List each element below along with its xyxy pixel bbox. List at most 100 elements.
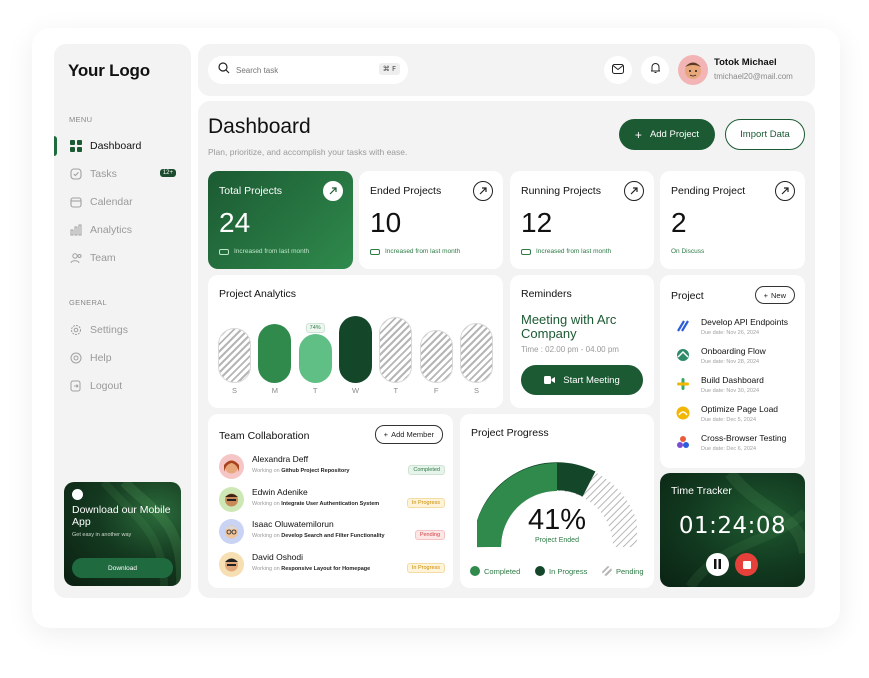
bar-tooltip: 74%	[305, 323, 325, 333]
add-member-button[interactable]: + Add Member	[374, 425, 443, 444]
team-member-row[interactable]: David Oshodi Working on Responsive Layou…	[219, 551, 445, 581]
analytics-bars: 74%	[218, 307, 493, 383]
stat-card-ended-projects[interactable]: Ended Projects 10 Increased from last mo…	[359, 171, 503, 269]
bar-day-label: T	[393, 386, 399, 395]
sidebar-item-settings[interactable]: Settings	[54, 319, 191, 341]
add-project-button[interactable]: + Add Project	[619, 119, 715, 150]
open-arrow-icon[interactable]	[775, 181, 795, 201]
mail-button[interactable]	[604, 56, 632, 84]
add-member-label: Add Member	[391, 430, 434, 439]
stat-note: Increased from last month	[370, 248, 460, 255]
calendar-icon	[69, 196, 82, 209]
team-member-row[interactable]: Alexandra Deff Working on Github Project…	[219, 453, 445, 483]
add-project-label: Add Project	[649, 129, 700, 140]
stat-card-pending-project[interactable]: Pending Project 2 On Discuss	[660, 171, 805, 269]
sidebar-item-label: Analytics	[90, 224, 133, 236]
stat-card-total-projects[interactable]: Total Projects 24 Increased from last mo…	[208, 171, 353, 269]
bell-icon	[650, 61, 661, 79]
mail-icon	[612, 61, 624, 79]
open-arrow-icon[interactable]	[624, 181, 644, 201]
stat-title: Running Projects	[521, 185, 601, 197]
pause-button[interactable]	[706, 553, 729, 576]
sidebar-item-tasks[interactable]: Tasks 12+	[54, 163, 191, 185]
project-due-date: Due date: Nov 30, 2024	[701, 388, 760, 394]
status-badge: Completed	[408, 465, 445, 475]
promo-title: Download our Mobile App	[72, 504, 171, 528]
team-collaboration-card: Team Collaboration + Add Member Alexandr…	[208, 414, 453, 588]
sidebar-item-help[interactable]: Help	[54, 347, 191, 369]
legend-label: In Progress	[549, 566, 588, 576]
open-arrow-icon[interactable]	[323, 181, 343, 201]
analytics-bar[interactable]	[379, 317, 413, 383]
start-meeting-button[interactable]: Start Meeting	[521, 365, 643, 395]
sidebar-item-label: Logout	[90, 380, 123, 392]
stat-card-running-projects[interactable]: Running Projects 12 Increased from last …	[510, 171, 654, 269]
user-name: Totok Michael	[714, 57, 777, 68]
member-avatar	[219, 454, 244, 479]
topbar: ⌘ F Totok Michael tmichael20@mail.com	[198, 44, 815, 96]
page-title: Dashboard	[208, 115, 311, 138]
new-project-button[interactable]: + New	[754, 286, 795, 304]
team-icon	[69, 252, 82, 265]
sidebar-item-analytics[interactable]: Analytics	[54, 219, 191, 241]
project-name: Optimize Page Load	[701, 404, 779, 414]
project-item[interactable]: Onboarding Flow Due date: Nov 28, 2024	[676, 346, 801, 372]
analytics-bar[interactable]	[419, 330, 453, 383]
analytics-bar[interactable]	[460, 323, 493, 383]
status-badge: In Progress	[406, 498, 445, 508]
trend-icon	[370, 248, 380, 255]
project-name: Develop API Endpoints	[701, 317, 788, 327]
member-task: Working on Responsive Layout for Homepag…	[252, 566, 370, 572]
sidebar-item-dashboard[interactable]: Dashboard	[54, 135, 191, 157]
analytics-bar[interactable]	[218, 328, 251, 383]
card-title: Project	[671, 290, 704, 302]
analytics-bar[interactable]	[339, 316, 372, 383]
member-avatar	[219, 519, 244, 544]
timer-title: Time Tracker	[671, 485, 732, 497]
member-task-name: Responsive Layout for Homepage	[281, 566, 371, 572]
team-member-row[interactable]: Isaac Oluwatemilorun Working on Develop …	[219, 518, 445, 548]
project-progress-card: Project Progress 41% Project Ended Compl…	[460, 414, 654, 588]
sidebar-item-team[interactable]: Team	[54, 247, 191, 269]
open-arrow-icon[interactable]	[473, 181, 493, 201]
sidebar-item-calendar[interactable]: Calendar	[54, 191, 191, 213]
menu-section-title: MENU	[69, 115, 93, 124]
analytics-bar[interactable]	[258, 324, 292, 383]
browser-icon	[676, 435, 690, 449]
search-bar: ⌘ F	[208, 56, 408, 84]
member-task-name: Integrate User Authentication System	[281, 501, 380, 507]
tasks-count-badge: 12+	[159, 169, 176, 177]
stat-value: 12	[521, 207, 553, 238]
team-member-row[interactable]: Edwin Adenike Working on Integrate User …	[219, 486, 445, 516]
card-title: Reminders	[521, 288, 572, 300]
sidebar-item-label: Dashboard	[90, 140, 142, 152]
user-avatar[interactable]	[678, 55, 708, 85]
legend-dot	[602, 566, 612, 576]
notifications-button[interactable]	[641, 56, 669, 84]
project-due-date: Due date: Dec 5, 2024	[701, 417, 757, 423]
member-task: Working on Develop Search and Filter Fun…	[252, 533, 385, 539]
project-name: Cross-Browser Testing	[701, 433, 787, 443]
import-data-button[interactable]: Import Data	[725, 119, 805, 150]
project-item[interactable]: Build Dashboard Due date: Nov 30, 2024	[676, 375, 801, 401]
sidebar-item-logout[interactable]: Logout	[54, 375, 191, 397]
stat-title: Total Projects	[219, 185, 283, 197]
download-button[interactable]: Download	[72, 558, 173, 578]
stop-button[interactable]	[735, 553, 758, 576]
project-item[interactable]: Cross-Browser Testing Due date: Dec 6, 2…	[676, 433, 801, 459]
new-label: New	[770, 290, 786, 300]
trend-icon	[521, 248, 531, 255]
search-input[interactable]	[236, 65, 376, 75]
legend-pending: Pending	[602, 566, 644, 576]
time-tracker-card: Time Tracker 01:24:08	[660, 473, 805, 587]
logo: Your Logo	[68, 61, 150, 80]
project-item[interactable]: Optimize Page Load Due date: Dec 5, 2024	[676, 404, 801, 430]
analytics-bar[interactable]	[298, 334, 332, 383]
plus-icon: +	[634, 127, 642, 142]
member-task-name: Github Project Repository	[281, 468, 350, 474]
stat-title: Ended Projects	[370, 185, 442, 197]
legend-dot	[535, 566, 545, 576]
project-item[interactable]: Develop API Endpoints Due date: Nov 26, …	[676, 317, 801, 343]
working-prefix: Working on	[252, 501, 280, 507]
sidebar-item-label: Calendar	[90, 196, 133, 208]
